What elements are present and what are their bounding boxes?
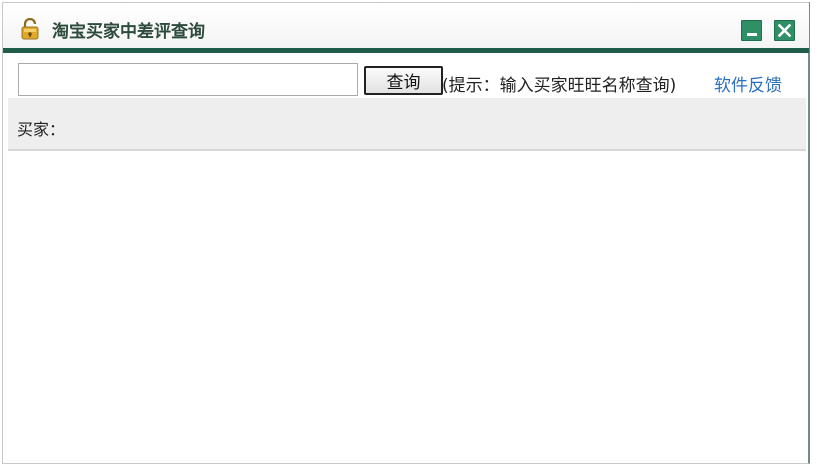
buyer-info-bar: 买家： xyxy=(8,98,806,151)
buyer-search-input[interactable] xyxy=(18,63,358,96)
close-button[interactable] xyxy=(774,20,795,41)
close-icon xyxy=(778,24,791,37)
title-bar: 淘宝买家中差评查询 xyxy=(3,3,809,53)
lock-icon xyxy=(21,17,39,40)
minimize-button[interactable] xyxy=(741,20,762,41)
feedback-link[interactable]: 软件反馈 xyxy=(714,71,782,96)
query-button[interactable]: 查询 xyxy=(364,66,443,95)
minimize-icon xyxy=(747,33,757,36)
search-hint: (提示：输入买家旺旺名称查询) xyxy=(442,76,677,96)
app-window: 淘宝买家中差评查询 查询 (提示：输入买家旺旺名称查询) 软件反馈 买家： xyxy=(2,2,810,464)
buyer-label: 买家： xyxy=(17,120,66,139)
window-title: 淘宝买家中差评查询 xyxy=(52,22,205,42)
results-area xyxy=(8,151,806,461)
search-row: 查询 (提示：输入买家旺旺名称查询) 软件反馈 xyxy=(8,58,806,98)
